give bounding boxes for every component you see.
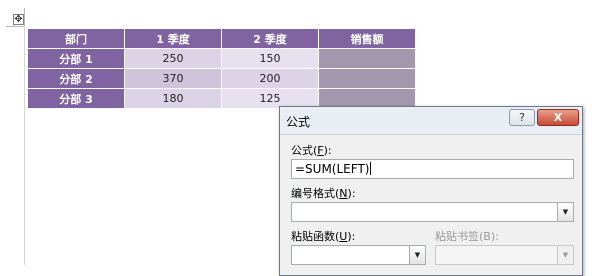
sales-table: 部门 1 季度 2 季度 销售额 分部 1 250 150 分部 2 370 2… [27, 28, 416, 109]
q1-cell[interactable]: 180 [124, 88, 222, 109]
chevron-down-icon: ▼ [557, 246, 573, 264]
text-caret [370, 162, 372, 175]
dialog-titlebar[interactable]: 公式 ? X [280, 107, 582, 135]
q2-cell[interactable]: 200 [221, 68, 319, 89]
header-cell-sales[interactable]: 销售额 [318, 28, 416, 49]
formula-label: 公式(F): [291, 144, 332, 157]
header-cell-q2[interactable]: 2 季度 [221, 28, 319, 49]
paste-function-label: 粘贴函数(U): [291, 230, 356, 243]
paste-bookmark-label: 粘贴书签(B): [435, 230, 499, 243]
q1-cell[interactable]: 250 [124, 48, 222, 69]
table-row: 分部 1 250 150 [27, 48, 416, 69]
close-button[interactable]: X [537, 109, 579, 126]
dept-cell[interactable]: 分部 2 [27, 68, 125, 89]
close-icon: X [553, 111, 563, 124]
header-cell-q1[interactable]: 1 季度 [124, 28, 222, 49]
margin-corner-mark-horizontal [6, 26, 24, 27]
help-button[interactable]: ? [509, 109, 535, 126]
formula-dialog: 公式 ? X 公式(F): =SUM(LEFT) 编号格式(N): ▼ 粘贴函数… [279, 106, 583, 276]
header-cell-dept[interactable]: 部门 [27, 28, 125, 49]
chevron-down-icon[interactable]: ▼ [409, 246, 425, 264]
q2-cell[interactable]: 150 [221, 48, 319, 69]
table-header-row: 部门 1 季度 2 季度 销售额 [27, 28, 416, 49]
paste-bookmark-select: ▼ [435, 245, 574, 265]
table-row: 分部 2 370 200 [27, 68, 416, 89]
sales-cell[interactable] [318, 48, 416, 69]
chevron-down-icon[interactable]: ▼ [557, 203, 573, 221]
sales-cell[interactable] [318, 68, 416, 89]
paste-function-select[interactable]: ▼ [291, 245, 426, 265]
formula-input[interactable]: =SUM(LEFT) [291, 159, 574, 179]
q1-cell[interactable]: 370 [124, 68, 222, 89]
number-format-label: 编号格式(N): [291, 187, 356, 200]
move-handle-icon[interactable]: ✥ [13, 14, 24, 25]
dialog-title: 公式 [286, 115, 311, 129]
dept-cell[interactable]: 分部 3 [27, 88, 125, 109]
margin-corner-mark-vertical [24, 8, 25, 26]
number-format-select[interactable]: ▼ [291, 202, 574, 222]
dept-cell[interactable]: 分部 1 [27, 48, 125, 69]
